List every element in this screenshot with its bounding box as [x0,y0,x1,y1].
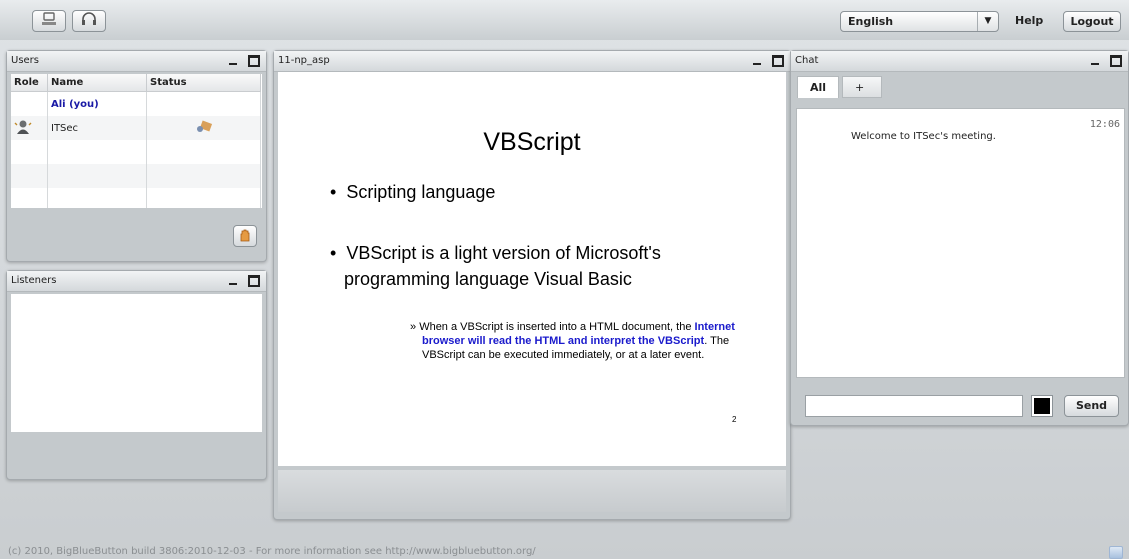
table-row[interactable]: Ali (you) [11,91,261,116]
chat-message-time: 12:06 [1089,119,1120,130]
chat-input[interactable] [805,395,1023,417]
window-corner-icon[interactable] [1109,546,1123,559]
column-header-status[interactable]: Status [146,74,261,92]
maximize-icon[interactable] [248,275,260,287]
slide-bullet-2: • VBScript is a light version of Microso… [330,243,661,289]
color-picker[interactable] [1031,395,1053,417]
footer-text: (c) 2010, BigBlueButton build 3806:2010-… [8,546,536,557]
slide-heading: VBScript [483,128,581,156]
column-header-role[interactable]: Role [11,74,48,92]
chat-panel-header: Chat [791,51,1128,72]
headset-button[interactable] [72,10,106,32]
slide-sub-bullet: » When a VBScript is inserted into a HTM… [410,321,735,361]
presenter-icon [14,120,32,138]
minimize-icon[interactable] [752,62,761,65]
help-link[interactable]: Help [1015,14,1043,27]
tab-all[interactable]: All [797,76,839,98]
slide-page-number: 2 [732,415,737,424]
users-panel-header: Users [7,51,266,72]
raise-hand-icon [238,228,252,245]
chevron-down-icon[interactable]: ▼ [977,12,998,31]
user-name: ITSec [47,116,147,140]
raise-hand-button[interactable] [233,225,257,247]
webcam-button[interactable] [32,10,66,32]
presentation-controls-bar [278,470,786,512]
headset-icon [81,12,97,30]
presenter-status-icon [195,120,213,138]
listeners-panel: Listeners [6,270,267,480]
users-table-header: Role Name Status [11,74,261,92]
top-toolbar: English ▼ Help Logout [0,0,1129,40]
language-select[interactable]: English ▼ [840,11,999,32]
status-cell [146,116,261,140]
table-row [11,140,261,164]
chat-messages: 12:06 Welcome to ITSec's meeting. [796,108,1125,378]
color-swatch [1034,398,1050,414]
maximize-icon[interactable] [248,55,260,67]
listeners-panel-title: Listeners [11,275,57,286]
webcam-icon [41,12,57,30]
slide-bullet-1: • Scripting language [330,182,496,202]
listeners-panel-header: Listeners [7,271,266,292]
role-cell [11,116,48,140]
minimize-icon[interactable] [228,62,237,65]
logout-button[interactable]: Logout [1063,11,1121,32]
chat-welcome-message: Welcome to ITSec's meeting. [851,131,996,142]
presentation-title: 11-np_asp [278,55,330,66]
language-value: English [848,15,894,28]
status-cell [146,91,261,116]
users-panel: Users Role Name Status Ali (you) ITSec [6,50,267,262]
users-table-container: Role Name Status Ali (you) ITSec [11,74,262,208]
presentation-slide: VBScript • Scripting language • VBScript… [278,72,786,466]
users-panel-title: Users [11,55,40,66]
tab-add[interactable]: + [842,76,882,98]
table-row[interactable]: ITSec [11,116,261,140]
maximize-icon[interactable] [1110,55,1122,67]
presentation-panel-header: 11-np_asp [274,51,790,72]
table-row [11,164,261,188]
table-row [11,188,261,208]
chat-panel-title: Chat [795,55,819,66]
send-button[interactable]: Send [1064,395,1119,417]
minimize-icon[interactable] [228,282,237,285]
users-table: Role Name Status Ali (you) ITSec [11,74,261,208]
user-name: Ali (you) [47,91,147,116]
role-cell [11,91,48,116]
listeners-list [11,294,262,432]
maximize-icon[interactable] [772,55,784,67]
column-header-name[interactable]: Name [47,74,147,92]
minimize-icon[interactable] [1090,62,1099,65]
